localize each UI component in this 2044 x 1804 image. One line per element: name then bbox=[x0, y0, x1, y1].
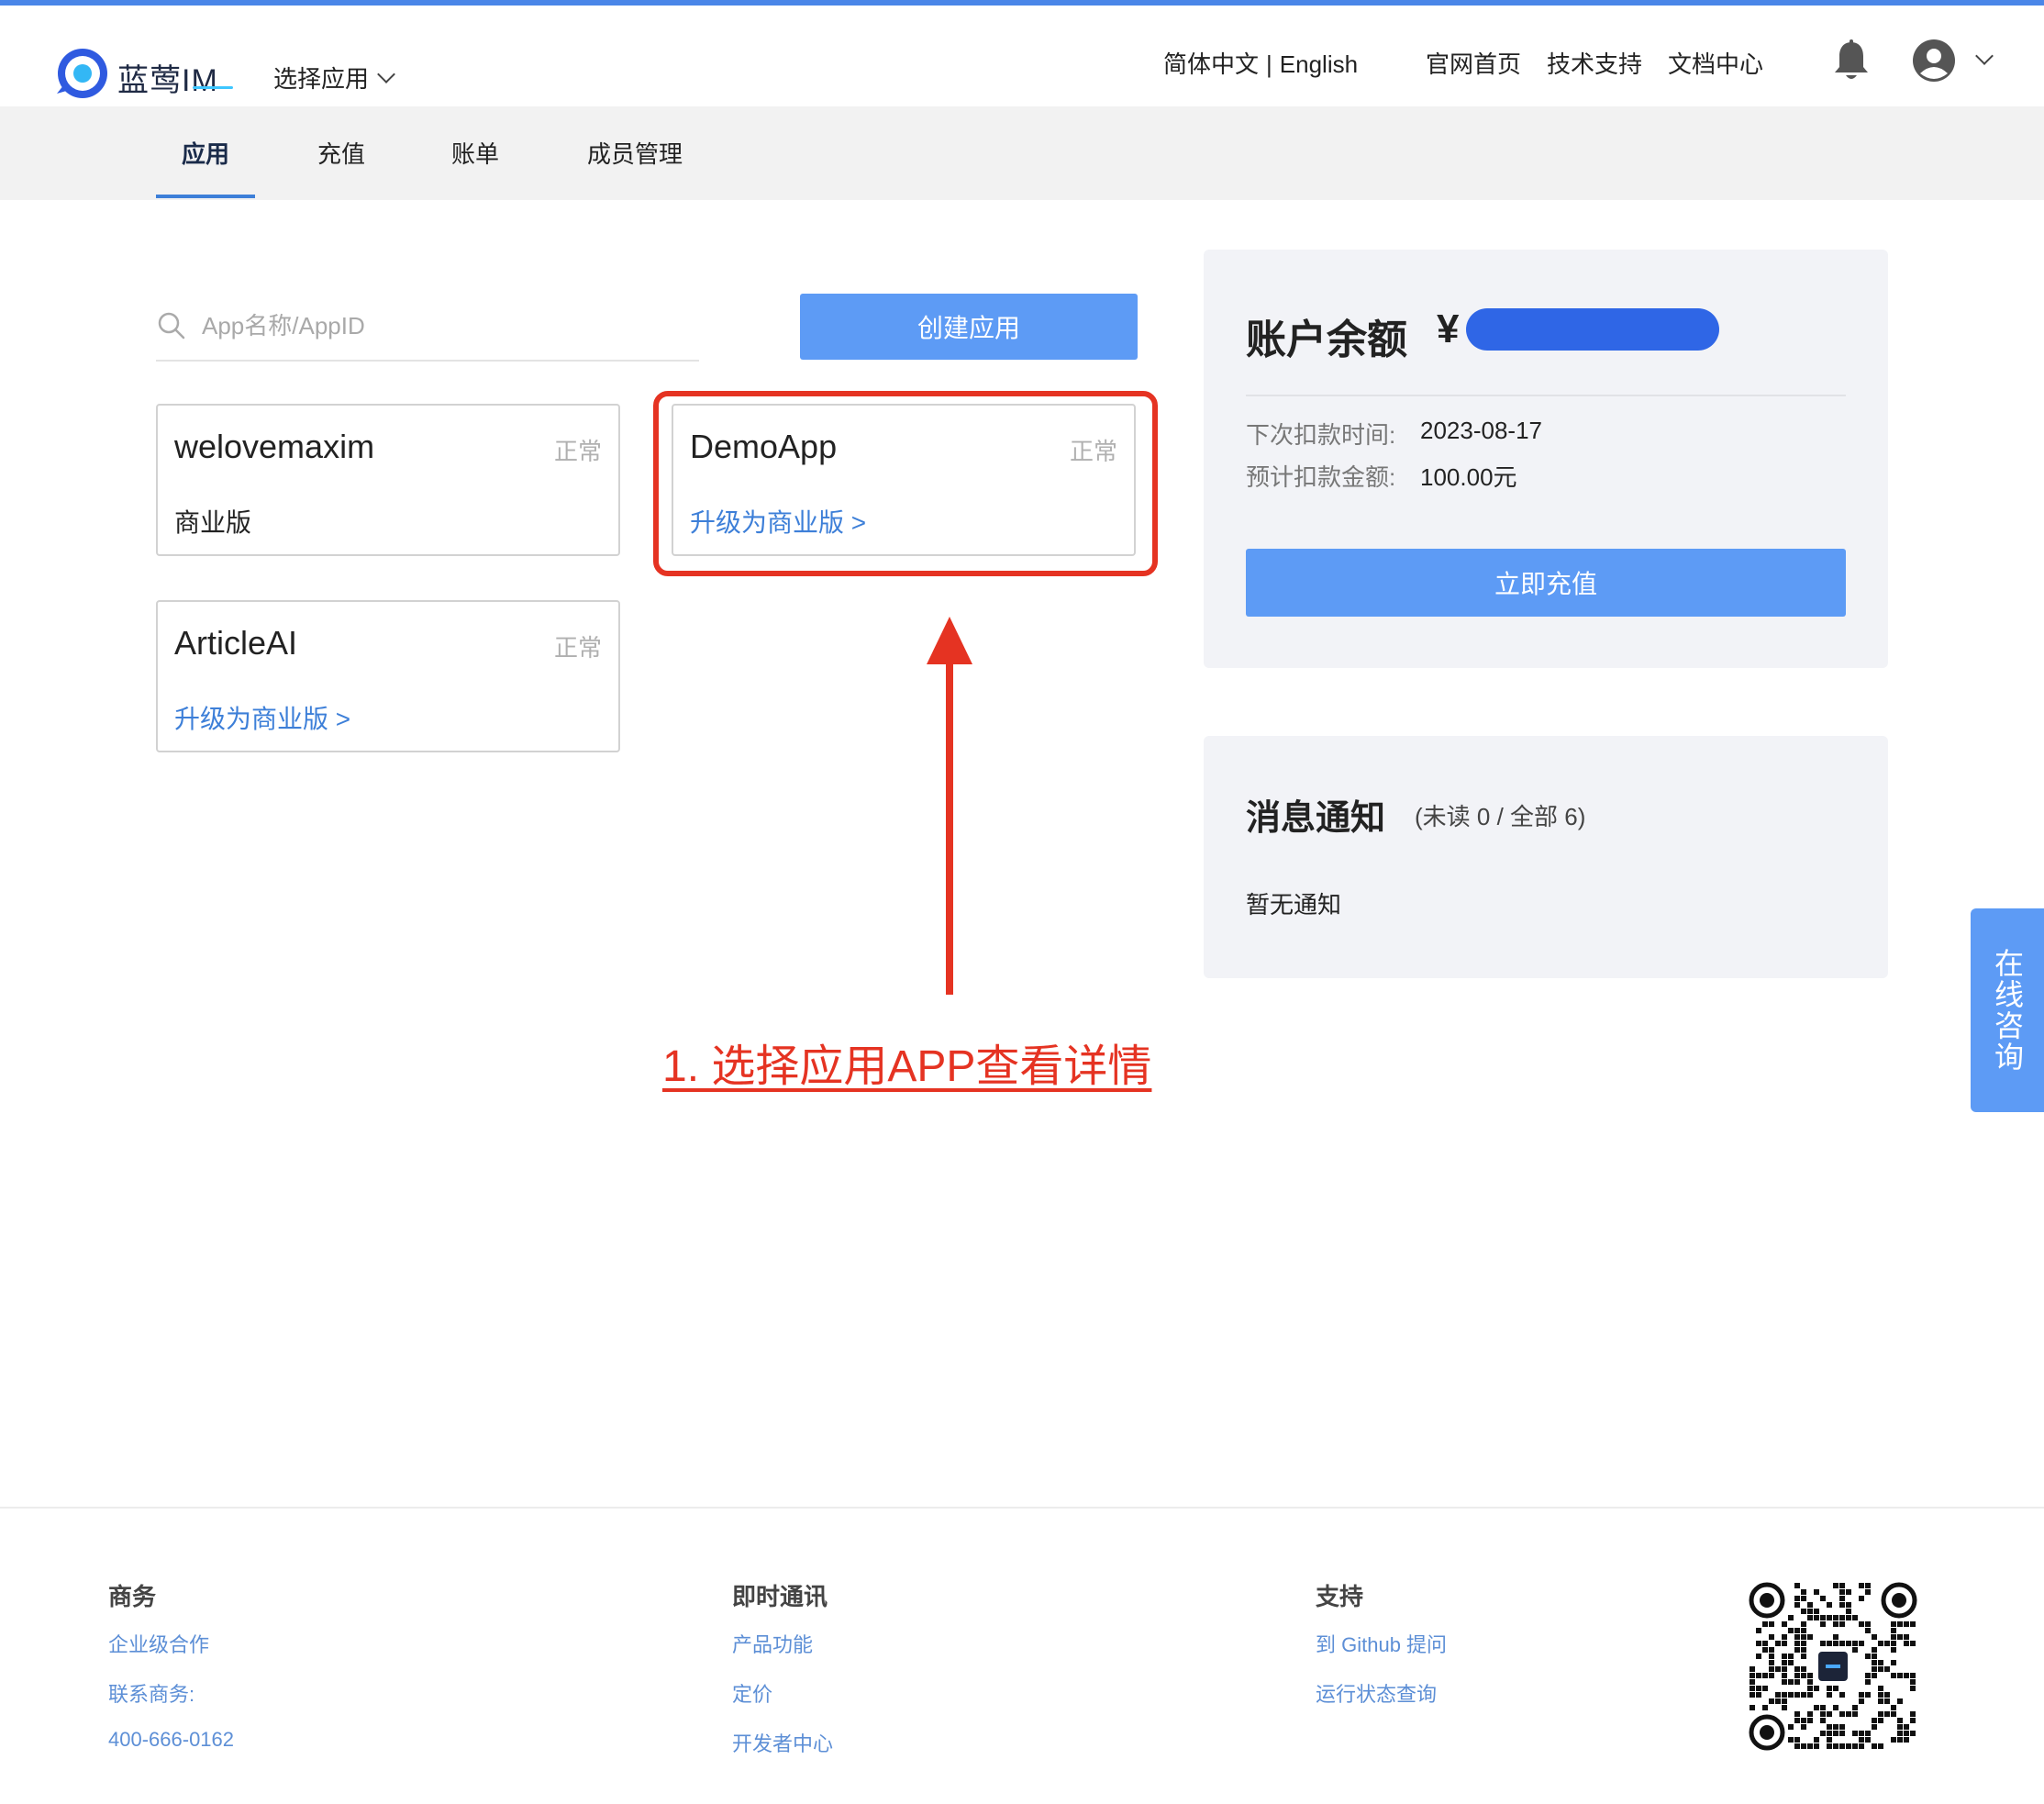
divider bbox=[1246, 395, 1846, 396]
bell-icon[interactable] bbox=[1831, 39, 1872, 84]
currency-symbol: ¥ bbox=[1437, 306, 1460, 351]
consult-label: 在线咨询 bbox=[1991, 948, 2024, 1073]
tab-apps[interactable]: 应用 bbox=[182, 136, 229, 170]
messages-empty-text: 暂无通知 bbox=[1246, 891, 1342, 919]
footer-link-features[interactable]: 产品功能 bbox=[732, 1629, 833, 1658]
language-switcher: 简体中文 | English bbox=[1163, 46, 1358, 80]
app-card-welovemaxim[interactable]: welovemaxim 正常 商业版 bbox=[156, 404, 620, 556]
lang-separator: | bbox=[1266, 50, 1272, 78]
recharge-button[interactable]: 立即充值 bbox=[1246, 549, 1846, 617]
messages-count: (未读 0 / 全部 6) bbox=[1415, 803, 1586, 830]
search-icon bbox=[158, 312, 185, 340]
tab-recharge[interactable]: 充值 bbox=[317, 136, 365, 170]
footer-heading: 支持 bbox=[1316, 1583, 1364, 1610]
footer-col-business: 商务 企业级合作 联系商务: 400-666-0162 bbox=[108, 1578, 234, 1772]
messages-panel: 消息通知 (未读 0 / 全部 6) 暂无通知 bbox=[1204, 736, 1888, 978]
annotation-highlight-box bbox=[653, 391, 1158, 576]
footer-phone[interactable]: 400-666-0162 bbox=[108, 1728, 234, 1752]
footer-heading: 商务 bbox=[108, 1583, 157, 1610]
link-tech-support[interactable]: 技术支持 bbox=[1547, 46, 1642, 80]
messages-title: 消息通知 bbox=[1246, 799, 1386, 838]
footer: 商务 企业级合作 联系商务: 400-666-0162 即时通讯 产品功能 定价… bbox=[0, 1507, 2044, 1804]
app-card-articleai[interactable]: ArticleAI 正常 升级为商业版 > bbox=[156, 600, 620, 752]
est-amount-value: 100.00元 bbox=[1420, 463, 1517, 491]
header: 蓝莺IM 选择应用 简体中文 | English 官网首页 技术支持 文档中心 bbox=[0, 6, 2044, 106]
tab-members[interactable]: 成员管理 bbox=[587, 136, 683, 170]
app-name: ArticleAI bbox=[174, 624, 298, 662]
annotation-text: 1. 选择应用APP查看详情 bbox=[662, 1042, 1152, 1091]
footer-link-dev-center[interactable]: 开发者中心 bbox=[732, 1728, 833, 1757]
app-plan: 商业版 bbox=[174, 508, 252, 537]
redacted-balance bbox=[1466, 308, 1719, 351]
main-nav: 应用 充值 账单 成员管理 bbox=[0, 106, 2044, 200]
app-name: welovemaxim bbox=[174, 428, 375, 465]
footer-col-im: 即时通讯 产品功能 定价 开发者中心 bbox=[732, 1578, 833, 1777]
balance-panel: 账户余额 ¥ 下次扣款时间: 2023-08-17 预计扣款金额: 100.00… bbox=[1204, 250, 1888, 668]
brand-underline bbox=[193, 86, 233, 89]
qr-code-icon bbox=[1749, 1582, 1917, 1751]
chevron-down-icon[interactable] bbox=[1975, 47, 1994, 65]
create-app-button[interactable]: 创建应用 bbox=[800, 294, 1138, 360]
app-status: 正常 bbox=[553, 634, 602, 662]
chevron-down-icon bbox=[377, 64, 395, 84]
footer-link-enterprise[interactable]: 企业级合作 bbox=[108, 1629, 234, 1658]
app-select-label: 选择应用 bbox=[273, 65, 370, 93]
tab-billing[interactable]: 账单 bbox=[451, 136, 499, 170]
active-tab-indicator bbox=[156, 195, 255, 198]
footer-link-github[interactable]: 到 Github 提问 bbox=[1316, 1629, 1447, 1658]
footer-col-support: 支持 到 Github 提问 运行状态查询 bbox=[1316, 1578, 1447, 1728]
arrow-up-icon bbox=[927, 617, 972, 995]
lang-zh-option[interactable]: 简体中文 bbox=[1163, 50, 1259, 78]
app-search bbox=[156, 295, 699, 362]
next-deduct-label: 下次扣款时间: bbox=[1246, 421, 1396, 449]
app-select-dropdown[interactable]: 选择应用 bbox=[273, 61, 395, 95]
search-input[interactable] bbox=[202, 305, 679, 347]
lang-en-option[interactable]: English bbox=[1280, 50, 1358, 78]
next-deduct-value: 2023-08-17 bbox=[1420, 417, 1542, 444]
est-amount-label: 预计扣款金额: bbox=[1246, 463, 1396, 491]
link-docs[interactable]: 文档中心 bbox=[1668, 46, 1763, 80]
brand-name[interactable]: 蓝莺IM bbox=[117, 55, 218, 100]
balance-title: 账户余额 bbox=[1246, 317, 1407, 362]
logo-icon[interactable] bbox=[51, 44, 110, 103]
upgrade-link[interactable]: 升级为商业版 > bbox=[174, 699, 350, 736]
app-status: 正常 bbox=[553, 438, 602, 465]
footer-link-pricing[interactable]: 定价 bbox=[732, 1678, 833, 1708]
link-home[interactable]: 官网首页 bbox=[1426, 46, 1521, 80]
user-avatar-icon[interactable] bbox=[1912, 39, 1956, 83]
footer-heading: 即时通讯 bbox=[732, 1583, 828, 1610]
online-consult-button[interactable]: 在线咨询 bbox=[1971, 908, 2044, 1112]
footer-contact-label: 联系商务: bbox=[108, 1683, 195, 1706]
footer-link-status[interactable]: 运行状态查询 bbox=[1316, 1678, 1447, 1708]
top-links: 官网首页 技术支持 文档中心 bbox=[1426, 46, 1763, 80]
